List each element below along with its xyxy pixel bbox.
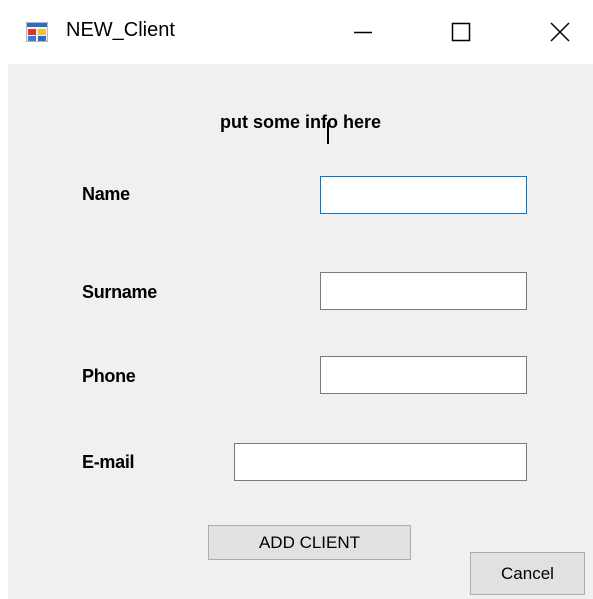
name-input[interactable]	[320, 176, 527, 214]
maximize-icon	[451, 22, 471, 42]
maximize-button[interactable]	[428, 0, 494, 64]
name-label: Name	[82, 184, 130, 204]
form-client-area: put some info here Name Surname Phone E-…	[8, 64, 593, 599]
close-icon	[550, 22, 570, 42]
cancel-button[interactable]: Cancel	[470, 552, 585, 595]
new-client-window: NEW_Client put some info here Name Surna…	[0, 0, 593, 599]
phone-label: Phone	[82, 366, 136, 386]
text-caret	[327, 122, 329, 144]
form-heading: put some info here	[219, 112, 381, 132]
email-input[interactable]	[234, 443, 527, 481]
minimize-button[interactable]	[330, 0, 396, 64]
phone-input[interactable]	[320, 356, 527, 394]
minimize-icon	[354, 31, 372, 34]
form-window-icon	[26, 22, 48, 42]
add-client-button[interactable]: ADD CLIENT	[208, 525, 411, 560]
window-title: NEW_Client	[66, 19, 175, 41]
surname-label: Surname	[82, 282, 157, 302]
email-label: E-mail	[82, 452, 135, 472]
close-button[interactable]	[527, 0, 593, 64]
surname-input[interactable]	[320, 272, 527, 310]
title-bar[interactable]: NEW_Client	[0, 0, 593, 64]
